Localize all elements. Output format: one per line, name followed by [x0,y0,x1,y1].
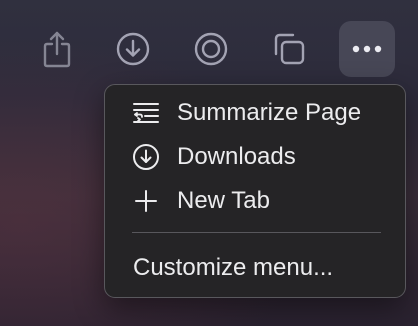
menu-divider [132,232,381,233]
menu-item-downloads[interactable]: Downloads [105,137,405,177]
tabs-overview-icon [274,33,305,65]
more-icon [352,45,382,53]
download-circle-icon [132,143,160,171]
more-menu: Summarize Page Downloads New Tab Customi… [104,84,406,298]
menu-item-label: Summarize Page [177,99,362,126]
more-button[interactable] [339,21,395,77]
menu-item-label: Downloads [177,143,296,170]
customize-menu-label: Customize menu... [133,254,334,281]
summarize-icon [132,99,160,127]
menu-item-summarize-page[interactable]: Summarize Page [105,93,405,133]
share-icon [43,31,71,68]
tab-overview-button[interactable] [261,21,317,77]
download-icon [116,32,150,66]
reader-icon [194,32,228,66]
plus-icon [132,187,160,215]
menu-item-customize[interactable]: Customize menu... [105,248,405,288]
reader-button[interactable] [183,21,239,77]
share-button[interactable] [29,21,85,77]
menu-item-label: New Tab [177,187,270,214]
menu-item-new-tab[interactable]: New Tab [105,181,405,221]
downloads-button[interactable] [105,21,161,77]
